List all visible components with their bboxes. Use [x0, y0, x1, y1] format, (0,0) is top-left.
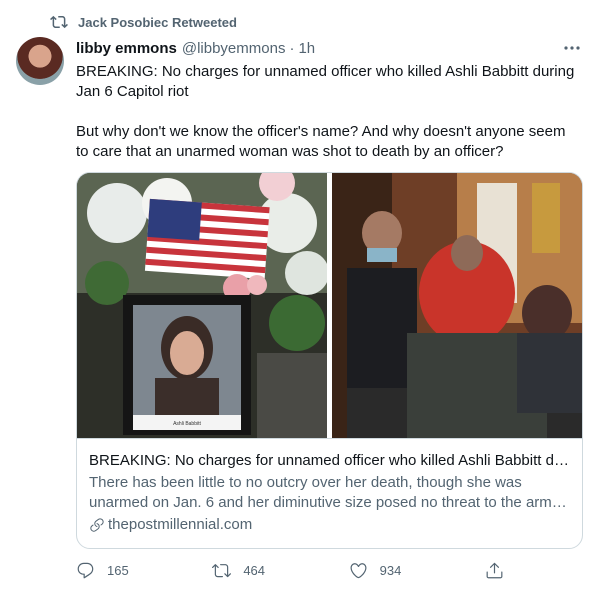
share-icon [486, 562, 503, 578]
card-description: There has been little to no outcry over … [89, 474, 569, 511]
avatar[interactable] [16, 37, 64, 85]
like-button[interactable]: 934 [349, 561, 485, 580]
retweet-icon [50, 15, 68, 29]
tweet-actions: 165 464 934 [76, 558, 516, 582]
link-icon [90, 518, 104, 532]
retweet-icon [212, 563, 232, 577]
card-photo: Ashli Babbitt [77, 173, 582, 438]
tweet-text: BREAKING: No charges for unnamed officer… [76, 63, 575, 160]
heart-icon [350, 562, 367, 578]
card-title: BREAKING: No charges for unnamed officer… [89, 452, 570, 469]
retweet-banner[interactable]: Jack Posobiec Retweeted [50, 12, 237, 32]
card-domain: thepostmillennial.com [89, 515, 570, 535]
share-button[interactable] [485, 561, 516, 580]
card-domain-text: thepostmillennial.com [108, 516, 253, 533]
timestamp[interactable]: 1h [298, 40, 315, 57]
card-image: Ashli Babbitt [77, 173, 582, 438]
separator: · [289, 39, 295, 57]
photo-caption: Ashli Babbitt [173, 421, 201, 427]
display-name[interactable]: libby emmons [76, 40, 177, 57]
reply-button[interactable]: 165 [76, 561, 212, 580]
user-handle[interactable]: @libbyemmons [182, 40, 286, 57]
tweet-header: libby emmons @libbyemmons · 1h [76, 38, 582, 58]
reply-count: 165 [107, 562, 129, 578]
link-card[interactable]: Ashli Babbitt BREAKING: No charges for u… [76, 172, 583, 549]
like-count: 934 [379, 562, 402, 578]
retweet-count: 464 [243, 562, 266, 578]
more-icon[interactable] [562, 38, 582, 58]
retweet-button[interactable]: 464 [212, 561, 348, 580]
retweet-banner-text: Jack Posobiec Retweeted [78, 14, 237, 30]
reply-icon [77, 562, 94, 578]
card-body: BREAKING: No charges for unnamed officer… [77, 438, 582, 535]
